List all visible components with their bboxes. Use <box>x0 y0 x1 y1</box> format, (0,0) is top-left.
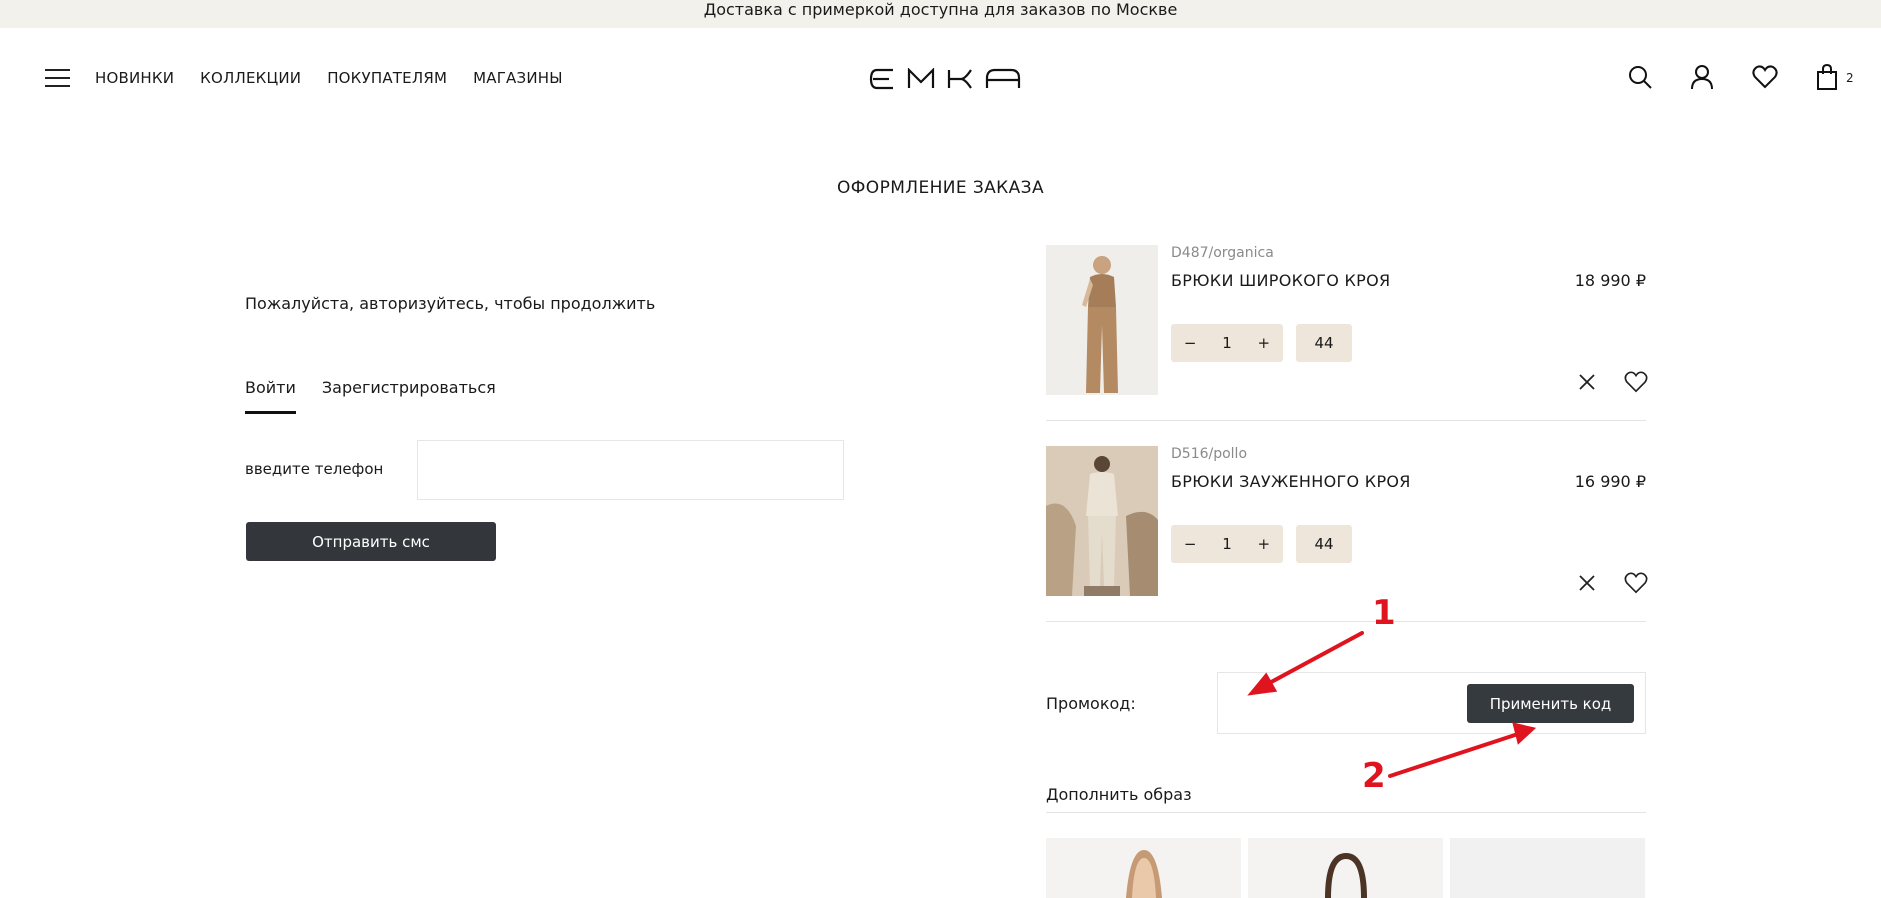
cart-count: 2 <box>1846 71 1854 85</box>
qty-value: 1 <box>1222 334 1232 352</box>
remove-icon[interactable] <box>1578 373 1596 391</box>
menu-icon[interactable] <box>45 68 70 88</box>
quantity-stepper: − 1 + <box>1171 324 1283 362</box>
cart-item: D487/organica БРЮКИ ШИРОКОГО КРОЯ 18 990… <box>1046 245 1648 405</box>
nav-customers[interactable]: ПОКУПАТЕЛЯМ <box>327 69 447 87</box>
heart-icon[interactable] <box>1624 572 1648 594</box>
product-price: 18 990 ₽ <box>1574 271 1646 290</box>
main-nav: НОВИНКИ КОЛЛЕКЦИИ ПОКУПАТЕЛЯМ МАГАЗИНЫ <box>95 69 563 87</box>
annotation-marker-2: 2 <box>1362 756 1386 796</box>
product-name[interactable]: БРЮКИ ЗАУЖЕННОГО КРОЯ <box>1171 472 1411 491</box>
size-chip[interactable]: 44 <box>1296 324 1352 362</box>
emka-logo[interactable] <box>869 68 1022 90</box>
recommendation-thumb[interactable] <box>1248 838 1443 898</box>
nav-stores[interactable]: МАГАЗИНЫ <box>473 69 563 87</box>
cart-item: D516/pollo БРЮКИ ЗАУЖЕННОГО КРОЯ 16 990 … <box>1046 446 1648 606</box>
send-sms-button[interactable]: Отправить смс <box>246 522 496 561</box>
product-sku: D487/organica <box>1171 245 1274 261</box>
nav-new[interactable]: НОВИНКИ <box>95 69 174 87</box>
heart-icon[interactable] <box>1624 371 1648 393</box>
heart-icon[interactable] <box>1752 64 1778 90</box>
product-sku: D516/pollo <box>1171 446 1248 462</box>
phone-label: введите телефон <box>245 460 384 478</box>
site-header: НОВИНКИ КОЛЛЕКЦИИ ПОКУПАТЕЛЯМ МАГАЗИНЫ 2 <box>0 28 1881 128</box>
product-photo[interactable] <box>1046 245 1158 395</box>
phone-input[interactable] <box>417 440 844 500</box>
tab-register[interactable]: Зарегистрироваться <box>322 378 496 414</box>
delivery-banner: Доставка с примеркой доступна для заказо… <box>0 0 1881 28</box>
divider <box>1046 621 1646 622</box>
annotation-overlay: 1 2 <box>1247 593 1537 796</box>
size-chip[interactable]: 44 <box>1296 525 1352 563</box>
tab-login[interactable]: Войти <box>245 378 296 414</box>
account-icon[interactable] <box>1689 64 1715 90</box>
remove-icon[interactable] <box>1578 574 1596 592</box>
qty-minus-button[interactable]: − <box>1184 334 1197 352</box>
qty-plus-button[interactable]: + <box>1258 334 1271 352</box>
apply-promo-button[interactable]: Применить код <box>1467 684 1634 723</box>
search-icon[interactable] <box>1627 64 1653 90</box>
page-title: ОФОРМЛЕНИЕ ЗАКАЗА <box>836 178 1045 198</box>
delivery-banner-text: Доставка с примеркой доступна для заказо… <box>703 0 1178 19</box>
divider <box>1046 420 1646 421</box>
quantity-stepper: − 1 + <box>1171 525 1283 563</box>
divider <box>1046 812 1646 813</box>
product-price: 16 990 ₽ <box>1574 472 1646 491</box>
product-photo[interactable] <box>1046 446 1158 596</box>
qty-value: 1 <box>1222 535 1232 553</box>
promo-label: Промокод: <box>1046 694 1136 713</box>
recommendation-thumb[interactable] <box>1046 838 1241 898</box>
bag-icon[interactable] <box>1814 64 1840 90</box>
auth-message: Пожалуйста, авторизуйтесь, чтобы продолж… <box>245 294 656 313</box>
product-name[interactable]: БРЮКИ ШИРОКОГО КРОЯ <box>1171 271 1390 290</box>
complete-look-title: Дополнить образ <box>1046 785 1192 804</box>
auth-tabs: Войти Зарегистрироваться <box>245 378 496 414</box>
recommendation-thumb[interactable] <box>1450 838 1645 898</box>
qty-minus-button[interactable]: − <box>1184 535 1197 553</box>
nav-collections[interactable]: КОЛЛЕКЦИИ <box>200 69 301 87</box>
qty-plus-button[interactable]: + <box>1258 535 1271 553</box>
